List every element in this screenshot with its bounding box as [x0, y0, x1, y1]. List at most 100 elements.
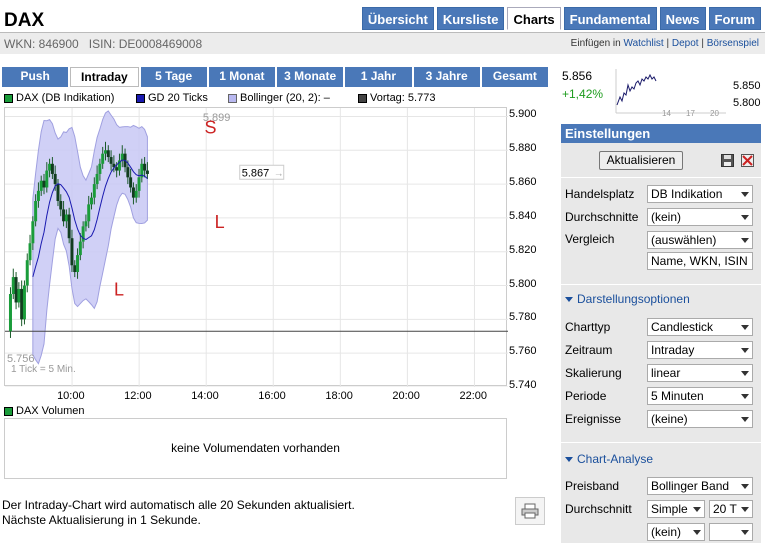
candle-body	[17, 288, 21, 303]
candle-body	[131, 187, 135, 198]
x-tick-label: 20:00	[392, 390, 420, 402]
darstellung-section-toggle[interactable]: Darstellungsoptionen	[565, 292, 690, 306]
chevron-down-icon	[693, 530, 701, 535]
candle-body	[145, 170, 149, 174]
tab-news[interactable]: News	[659, 7, 706, 30]
candle-body	[137, 177, 141, 191]
candle-body	[81, 226, 85, 242]
zeitraum-select[interactable]: Intraday	[647, 341, 753, 359]
legend-gd: GD 20 Ticks	[136, 92, 208, 104]
mini-quote: 5.856 +1,42% 14 17 20 5.850 5.800	[560, 67, 761, 119]
candle-body	[90, 197, 94, 205]
x-tick-label: 18:00	[325, 390, 353, 402]
ereignisse-select[interactable]: (keine)	[647, 410, 753, 428]
tick-note: 1 Tick = 5 Min.	[11, 364, 76, 375]
period-tab-3-monate[interactable]: 3 Monate	[277, 67, 344, 87]
candle-body	[14, 277, 18, 303]
chevron-down-icon	[741, 348, 749, 353]
periode-select[interactable]: 5 Minuten	[647, 387, 753, 405]
durchschnitt-type-select[interactable]: Simple	[647, 500, 705, 518]
settings-header: Einstellungen	[561, 124, 761, 143]
durchschnitt-period-select[interactable]: 20 T	[709, 500, 753, 518]
vergleich-search-input[interactable]: Name, WKN, ISIN	[647, 252, 753, 270]
candle-body	[103, 150, 107, 154]
candle-body	[106, 150, 110, 158]
chart-analyse-section-toggle[interactable]: Chart-Analyse	[565, 452, 653, 466]
collapse-triangle-icon	[565, 457, 573, 463]
tab-fundamental[interactable]: Fundamental	[563, 7, 657, 30]
y-tick-label: 5.900	[509, 108, 537, 121]
mini-price: 5.856	[562, 69, 593, 83]
tab-forum[interactable]: Forum	[708, 7, 761, 30]
print-button[interactable]	[515, 497, 545, 525]
legend-dax: DAX (DB Indikation)	[4, 92, 114, 104]
preisband-label: Preisband	[565, 479, 620, 493]
watchlist-link[interactable]: Watchlist	[624, 38, 664, 49]
intraday-chart[interactable]: 5.899 5.756 1 Tick = 5 Min. SLL 5.867 →	[4, 107, 508, 387]
candle-body	[109, 157, 113, 164]
period-tab-3-jahre[interactable]: 3 Jahre	[413, 67, 480, 87]
last-price-arrow-icon: →	[274, 168, 284, 179]
chart-canvas: 5.899 5.756 1 Tick = 5 Min. SLL 5.867 →	[5, 108, 508, 387]
preisband-select[interactable]: Bollinger Band	[647, 477, 753, 495]
boersenspiel-link[interactable]: Börsenspiel	[707, 38, 759, 49]
y-tick-label: 5.780	[509, 311, 537, 324]
mini-x-label-14: 14	[662, 109, 671, 118]
update-button[interactable]: Aktualisieren	[599, 151, 683, 170]
durchschnitte-label: Durchschnitte	[565, 210, 639, 224]
durchschnitt-extra-select[interactable]: (kein)	[647, 523, 705, 541]
period-tabs: Push Intraday 5 Tage 1 Monat 3 Monate 1 …	[2, 67, 548, 87]
candle-body	[120, 153, 124, 161]
durchschnitt-label: Durchschnitt	[565, 502, 632, 516]
candle-body	[62, 209, 66, 222]
legend-swatch-bollinger	[228, 93, 237, 103]
skalierung-select[interactable]: linear	[647, 364, 753, 382]
y-tick-label: 5.880	[509, 142, 537, 155]
y-tick-label: 5.860	[509, 176, 537, 189]
candle-body	[36, 190, 40, 201]
print-icon	[521, 503, 539, 519]
period-tab-5-tage[interactable]: 5 Tage	[140, 67, 207, 87]
mini-sparkline[interactable]: 14 17 20	[614, 67, 729, 119]
identifier-bar: WKN: 846900 ISIN: DE0008469008 Einfügen …	[0, 32, 765, 54]
depot-link[interactable]: Depot	[672, 38, 699, 49]
legend-bollinger-value: –	[323, 92, 330, 104]
chevron-down-icon	[741, 417, 749, 422]
tab-uebersicht[interactable]: Übersicht	[361, 7, 434, 30]
chevron-down-icon	[741, 371, 749, 376]
volume-swatch	[4, 406, 13, 416]
period-tab-push[interactable]: Push	[2, 67, 69, 87]
legend-vortag: Vortag: 5.773	[358, 92, 435, 104]
handelsplatz-label: Handelsplatz	[565, 187, 635, 201]
mini-x-label-17: 17	[686, 109, 695, 118]
candle-body	[129, 177, 133, 188]
durchschnitt-extra-select-2[interactable]	[709, 523, 753, 541]
candle-body	[42, 180, 46, 188]
tab-charts[interactable]: Charts	[507, 7, 561, 30]
zeitraum-label: Zeitraum	[565, 343, 613, 357]
candle-body	[70, 238, 74, 266]
bollinger-band	[32, 110, 148, 365]
period-tab-1-jahr[interactable]: 1 Jahr	[345, 67, 412, 87]
period-tab-1-monat[interactable]: 1 Monat	[208, 67, 275, 87]
handelsplatz-select[interactable]: DB Indikation	[647, 185, 753, 203]
candle-body	[67, 214, 71, 239]
period-tab-gesamt[interactable]: Gesamt	[481, 67, 548, 87]
x-tick-label: 14:00	[191, 390, 219, 402]
vergleich-select[interactable]: (auswählen)	[647, 231, 753, 249]
tab-kursliste[interactable]: Kursliste	[436, 7, 505, 30]
durchschnitte-select[interactable]: (kein)	[647, 208, 753, 226]
volume-empty-text: keine Volumendaten vorhanden	[171, 441, 340, 455]
y-tick-label: 5.820	[509, 243, 537, 256]
chevron-down-icon	[741, 394, 749, 399]
skalierung-label: Skalierung	[565, 366, 622, 380]
mini-change: +1,42%	[562, 87, 604, 101]
chevron-down-icon	[741, 325, 749, 330]
period-tab-intraday[interactable]: Intraday	[70, 67, 139, 87]
save-icon[interactable]	[721, 154, 734, 167]
delete-icon[interactable]	[741, 154, 754, 167]
charttyp-select[interactable]: Candlestick	[647, 318, 753, 336]
candle-body	[76, 255, 80, 273]
signal-marker-l: L	[114, 280, 124, 300]
candle-body	[48, 163, 52, 171]
